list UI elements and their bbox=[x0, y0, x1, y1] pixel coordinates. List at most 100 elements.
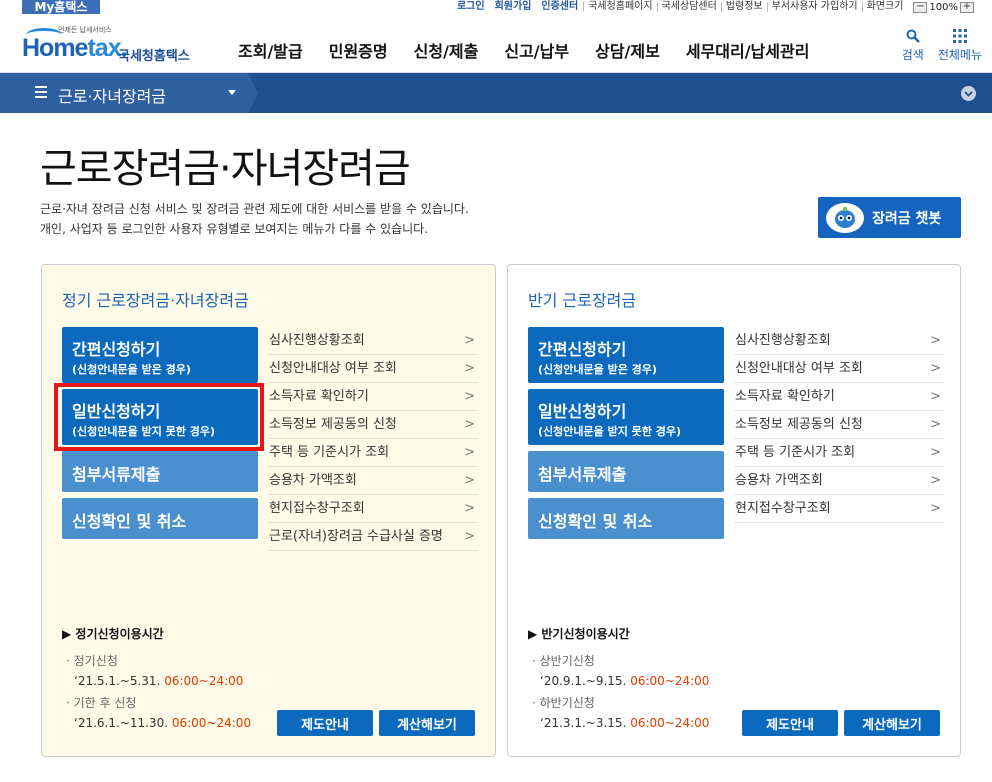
list-item[interactable]: 소득정보 제공동의 신청 > bbox=[268, 411, 478, 439]
list-item[interactable]: 승용차 가액조회 > bbox=[734, 467, 944, 495]
chevron-right-icon: > bbox=[464, 501, 475, 516]
general-apply-sub: (신청안내문을 받지 못한 경우) bbox=[538, 425, 681, 438]
chevron-right-icon: > bbox=[930, 333, 941, 348]
calculate-button[interactable]: 계산해보기 bbox=[379, 710, 475, 736]
highlight-box bbox=[54, 383, 264, 451]
nav-inquiry[interactable]: 조회/발급 bbox=[238, 38, 303, 62]
list-item[interactable]: 주택 등 기준시가 조회 > bbox=[268, 439, 478, 467]
chevron-right-icon: > bbox=[930, 417, 941, 432]
sub-nav-bar: 근로·자녀장려금 bbox=[0, 73, 992, 113]
list-item[interactable]: 현지접수창구조회 > bbox=[734, 495, 944, 523]
simple-apply-label: 간편신청하기 bbox=[72, 340, 161, 359]
list-item[interactable]: 신청안내대상 여부 조회 > bbox=[734, 355, 944, 383]
chevron-right-icon: > bbox=[930, 473, 941, 488]
attach-docs-label: 첨부서류제출 bbox=[538, 465, 627, 484]
simple-apply-sub: (신청안내문을 받은 경우) bbox=[538, 363, 657, 376]
calculate-button[interactable]: 계산해보기 bbox=[844, 710, 940, 736]
dept-user-signup-link[interactable]: 부서사용자 가입하기 bbox=[766, 2, 862, 12]
search-button[interactable]: 검색 bbox=[902, 26, 924, 63]
law-info-link[interactable]: 법령정보 bbox=[720, 2, 767, 12]
confirm-cancel-button[interactable]: 신청확인 및 취소 bbox=[62, 498, 258, 539]
service-link-list: 심사진행상황조회 > 신청안내대상 여부 조회 > 소득자료 확인하기 > 소득정보 … bbox=[734, 327, 944, 523]
search-label: 검색 bbox=[901, 48, 924, 62]
list-item[interactable]: 현지접수창구조회 > bbox=[268, 495, 478, 523]
mytax-tab[interactable]: My홈택스 bbox=[22, 0, 100, 14]
signup-link[interactable]: 회원가입 bbox=[490, 2, 537, 12]
simple-apply-sub: (신청안내문을 받은 경우) bbox=[72, 363, 191, 376]
top-bar: My홈택스 로그인 회원가입 인증센터 국세청홈페이지 국세상담센터 법령정보 … bbox=[0, 0, 992, 14]
list-item[interactable]: 근로(자녀)장려금 수급사실 증명 > bbox=[268, 523, 478, 551]
time-heading: ▶ 정기신청이용시간 bbox=[62, 627, 164, 641]
zoom-out-button[interactable]: − bbox=[913, 1, 928, 13]
list-item[interactable]: 심사진행상황조회 > bbox=[734, 327, 944, 355]
attach-docs-button[interactable]: 첨부서류제출 bbox=[62, 451, 258, 492]
panel-actions: 제도안내 계산해보기 bbox=[742, 710, 940, 736]
zoom-in-button[interactable]: + bbox=[960, 1, 974, 13]
regular-incentive-panel: 정기 근로장려금·자녀장려금 간편신청하기 (신청안내문을 받은 경우) 일반신… bbox=[41, 264, 496, 757]
list-item[interactable]: 소득정보 제공동의 신청 > bbox=[734, 411, 944, 439]
all-menu-label: 전체메뉴 bbox=[937, 48, 982, 62]
system-guide-button[interactable]: 제도안내 bbox=[277, 710, 373, 736]
dropdown-caret-icon bbox=[228, 90, 236, 95]
search-icon bbox=[903, 26, 923, 46]
time-info: · 정기신청 ‘21.5.1.~5.31. 06:00~24:00 · 기한 후… bbox=[66, 651, 251, 733]
simple-apply-button[interactable]: 간편신청하기 (신청안내문을 받은 경우) bbox=[528, 327, 724, 383]
nav-tax-agent[interactable]: 세무대리/납세관리 bbox=[686, 38, 810, 62]
header: 언제든 납세서비스 Hometax. 국세청홈택스 조회/발급 민원증명 신청/… bbox=[0, 14, 992, 73]
chatbot-label: 장려금 챗봇 bbox=[872, 210, 942, 227]
chevron-right-icon: > bbox=[464, 417, 475, 432]
tax-counsel-link[interactable]: 국세상담센터 bbox=[656, 2, 721, 12]
system-guide-button[interactable]: 제도안내 bbox=[742, 710, 838, 736]
list-item[interactable]: 심사진행상황조회 > bbox=[268, 327, 478, 355]
simple-apply-button[interactable]: 간편신청하기 (신청안내문을 받은 경우) bbox=[62, 327, 258, 383]
all-menu-button[interactable]: 전체메뉴 bbox=[938, 26, 982, 63]
login-link[interactable]: 로그인 bbox=[452, 2, 490, 12]
semiannual-incentive-panel: 반기 근로장려금 간편신청하기 (신청안내문을 받은 경우) 일반신청하기 (신… bbox=[507, 264, 961, 757]
grid-menu-icon bbox=[950, 26, 970, 46]
chevron-right-icon: > bbox=[464, 445, 475, 460]
chevron-right-icon: > bbox=[930, 389, 941, 404]
confirm-cancel-label: 신청확인 및 취소 bbox=[72, 512, 187, 531]
description-line-1: 근로·자녀 장려금 신청 서비스 및 장려금 관련 제도에 대한 서비스를 받을… bbox=[40, 202, 469, 216]
chevron-right-icon: > bbox=[930, 501, 941, 516]
list-item[interactable]: 신청안내대상 여부 조회 > bbox=[268, 355, 478, 383]
chevron-right-icon: > bbox=[930, 361, 941, 376]
time-label: · 정기신청 bbox=[66, 654, 118, 668]
list-item[interactable]: 주택 등 기준시가 조회 > bbox=[734, 439, 944, 467]
main-nav: 조회/발급 민원증명 신청/제출 신고/납부 상담/제보 세무대리/납세관리 bbox=[238, 38, 809, 62]
time-info: · 상반기신청 ‘20.9.1.~9.15. 06:00~24:00 · 하반기… bbox=[532, 651, 709, 733]
logo-korean: 국세청홈택스 bbox=[118, 49, 190, 64]
chevron-right-icon: > bbox=[464, 389, 475, 404]
nav-civil-cert[interactable]: 민원증명 bbox=[329, 38, 388, 62]
attach-docs-button[interactable]: 첨부서류제출 bbox=[528, 451, 724, 492]
zoom-value: 100% bbox=[929, 1, 958, 13]
time-label: · 상반기신청 bbox=[532, 654, 595, 668]
cert-center-link[interactable]: 인증센터 bbox=[536, 2, 583, 12]
chatbot-button[interactable]: 장려금 챗봇 bbox=[818, 197, 961, 238]
logo-wordmark: Hometax. bbox=[22, 34, 128, 62]
page-description: 근로·자녀 장려금 신청 서비스 및 장려금 관련 제도에 대한 서비스를 받을… bbox=[40, 199, 469, 239]
nav-consult[interactable]: 상담/제보 bbox=[595, 38, 660, 62]
breadcrumb-arrow bbox=[248, 73, 258, 113]
confirm-cancel-button[interactable]: 신청확인 및 취소 bbox=[528, 498, 724, 539]
time-range: ‘21.3.1.~3.15. 06:00~24:00 bbox=[540, 716, 710, 730]
chevron-right-icon: > bbox=[464, 361, 475, 376]
time-label: · 하반기신청 bbox=[532, 696, 595, 710]
screen-size-label: 화면크기 bbox=[861, 2, 908, 12]
page-title: 근로장려금·자녀장려금 bbox=[40, 146, 411, 192]
description-line-2: 개인, 사업자 등 로그인한 사용자 유형별로 보여지는 메뉴가 다를 수 있습… bbox=[40, 222, 429, 236]
hometax-logo[interactable]: 언제든 납세서비스 Hometax. 국세청홈택스 bbox=[20, 24, 205, 68]
list-item[interactable]: 소득자료 확인하기 > bbox=[268, 383, 478, 411]
sub-nav-dropdown[interactable]: 근로·자녀장려금 bbox=[0, 73, 248, 113]
time-label: · 기한 후 신청 bbox=[66, 696, 137, 710]
nts-home-link[interactable]: 국세청홈페이지 bbox=[583, 2, 656, 12]
nav-report-pay[interactable]: 신고/납부 bbox=[504, 38, 569, 62]
nav-apply-submit[interactable]: 신청/제출 bbox=[414, 38, 479, 62]
list-item[interactable]: 승용차 가액조회 > bbox=[268, 467, 478, 495]
chevron-right-icon: > bbox=[464, 529, 475, 544]
time-heading: ▶ 반기신청이용시간 bbox=[528, 627, 630, 641]
general-apply-button[interactable]: 일반신청하기 (신청안내문을 받지 못한 경우) bbox=[528, 389, 724, 445]
attach-docs-label: 첨부서류제출 bbox=[72, 465, 161, 484]
expand-chevron-icon[interactable] bbox=[961, 86, 976, 101]
list-item[interactable]: 소득자료 확인하기 > bbox=[734, 383, 944, 411]
